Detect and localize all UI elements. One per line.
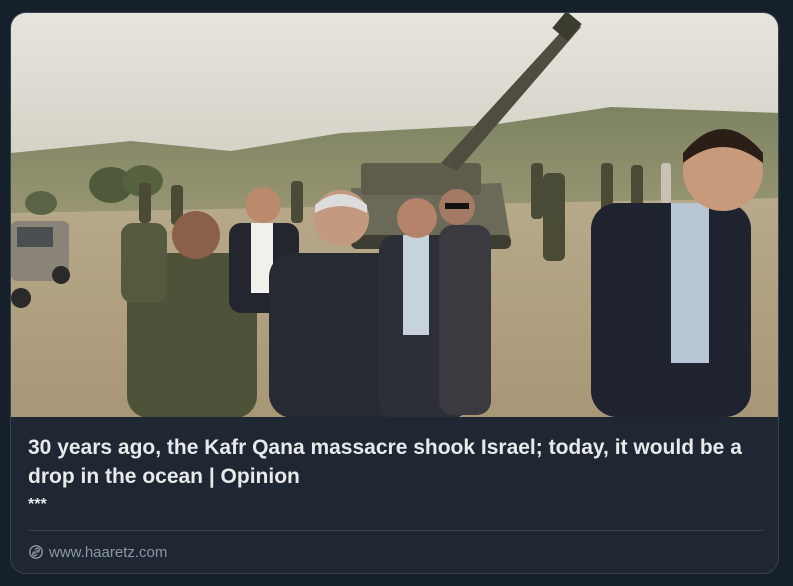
article-description: ***	[28, 496, 47, 513]
article-title[interactable]: 30 years ago, the Kafr Qana massacre sho…	[28, 433, 763, 491]
card-text-area[interactable]: 30 years ago, the Kafr Qana massacre sho…	[11, 417, 778, 573]
link-preview-card[interactable]: 30 years ago, the Kafr Qana massacre sho…	[10, 12, 779, 574]
divider	[28, 530, 763, 531]
source-domain[interactable]: www.haaretz.com	[49, 544, 167, 561]
photo-illustration	[11, 13, 778, 417]
article-image[interactable]	[11, 13, 778, 417]
link-icon	[28, 544, 44, 560]
source-link[interactable]: www.haaretz.com	[28, 541, 167, 563]
